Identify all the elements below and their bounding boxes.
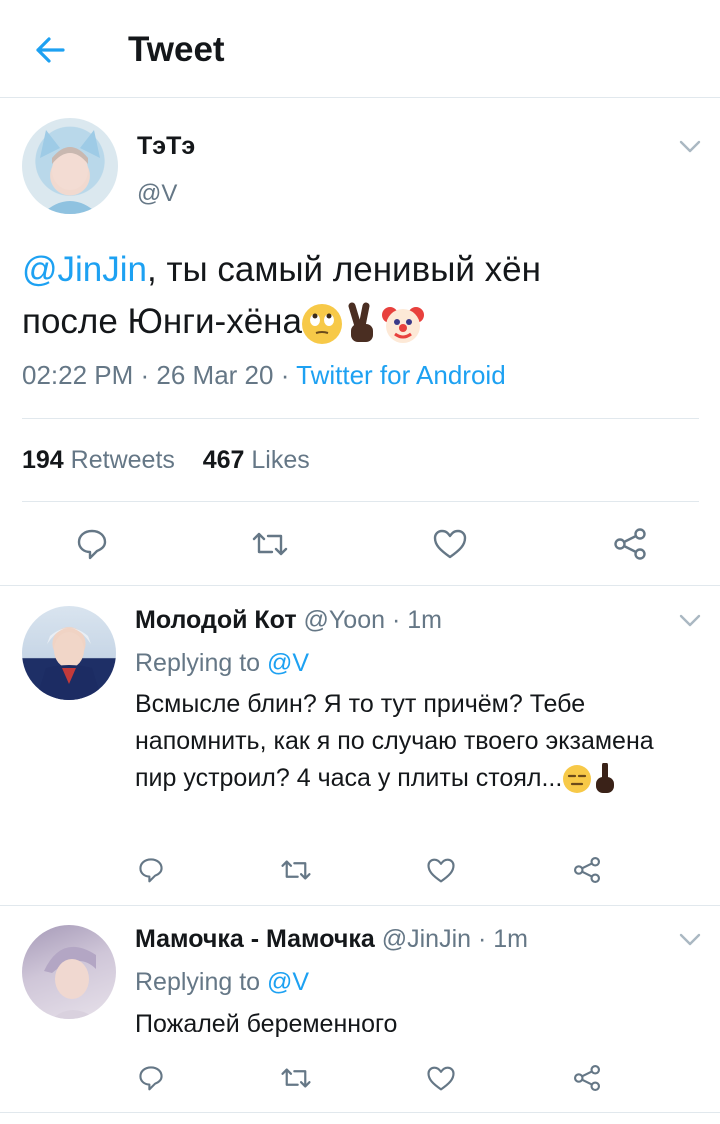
- share-button[interactable]: [610, 524, 650, 564]
- replying-to-link[interactable]: @V: [267, 968, 309, 996]
- author-handle[interactable]: @V: [137, 180, 177, 208]
- victory-hand-icon: [342, 302, 382, 346]
- tweet-text: @JinJin, ты самый ленивый хён после Юнги…: [22, 244, 702, 348]
- tweet-source-link[interactable]: Twitter for Android: [296, 360, 506, 390]
- retweet-button[interactable]: [250, 524, 290, 564]
- likes-count: 467: [202, 446, 245, 474]
- avatar-image-icon: [40, 130, 100, 214]
- page-title: Tweet: [128, 30, 225, 69]
- app-header: Tweet: [0, 0, 720, 98]
- clown-face-icon: [381, 303, 424, 345]
- share-button[interactable]: [571, 1062, 603, 1094]
- retweet-icon: [281, 1068, 311, 1088]
- face-with-rolling-eyes-icon: [301, 303, 342, 344]
- retweets-label: Retweets: [70, 446, 175, 474]
- like-icon: [433, 529, 467, 559]
- reply-author-handle[interactable]: @JinJin: [382, 925, 471, 953]
- share-icon: [573, 856, 601, 884]
- reply-button[interactable]: [72, 524, 112, 564]
- retweet-button[interactable]: [279, 1062, 313, 1094]
- chevron-down-icon[interactable]: [679, 614, 701, 628]
- likes-label: Likes: [251, 446, 310, 474]
- share-icon: [573, 1064, 601, 1092]
- tweet-time: 02:22 PM: [22, 360, 134, 390]
- index-pointing-up-icon: [592, 762, 618, 795]
- share-button[interactable]: [571, 854, 603, 886]
- reply-icon: [139, 858, 163, 883]
- like-icon: [427, 858, 455, 882]
- like-icon: [427, 1066, 455, 1090]
- avatar[interactable]: [22, 925, 116, 1019]
- retweet-icon: [252, 532, 288, 556]
- arrow-left-icon: [36, 37, 65, 63]
- avatar[interactable]: [22, 118, 118, 214]
- reply-text: Всмысле блин? Я то тут причём? Тебе напо…: [135, 686, 695, 797]
- share-icon: [614, 528, 646, 560]
- reply-text: Пожалей беременного: [135, 1006, 695, 1043]
- reply-button[interactable]: [135, 1062, 167, 1094]
- likes-stat[interactable]: 467 Likes: [203, 446, 310, 474]
- like-button[interactable]: [425, 1062, 457, 1094]
- like-button[interactable]: [425, 854, 457, 886]
- retweet-icon: [281, 860, 311, 880]
- section-divider: [0, 905, 720, 906]
- tweet-stats: 194 Retweets 467 Likes: [22, 446, 310, 475]
- reply-author-name[interactable]: Мамочка - Мамочка: [135, 925, 375, 953]
- replying-to: Replying to @V: [135, 968, 309, 997]
- reply-text-body: Пожалей беременного: [135, 1010, 398, 1038]
- avatar-image-icon: [36, 628, 102, 700]
- reply-button[interactable]: [135, 854, 167, 886]
- avatar[interactable]: [22, 606, 116, 700]
- section-divider: [0, 585, 720, 586]
- tweet-text-line-1: , ты самый ленивый хён: [147, 250, 541, 289]
- tweet-date: 26 Mar 20: [156, 360, 274, 390]
- chevron-down-icon[interactable]: [679, 140, 701, 154]
- reply-header: Мамочка - Мамочка @JinJin · 1m: [135, 925, 528, 953]
- reply-author-name[interactable]: Молодой Кот: [135, 606, 297, 634]
- replying-to: Replying to @V: [135, 649, 309, 678]
- back-button[interactable]: [30, 30, 70, 70]
- reply-time: 1m: [407, 606, 442, 634]
- section-divider: [0, 1112, 720, 1113]
- retweets-stat[interactable]: 194 Retweets: [22, 446, 175, 474]
- reply-author-handle[interactable]: @Yoon: [304, 606, 385, 634]
- reply-icon: [139, 1066, 163, 1091]
- avatar-image-icon: [44, 946, 96, 1019]
- reply-icon: [77, 529, 107, 560]
- expressionless-face-icon: [562, 764, 592, 794]
- replying-label: Replying to: [135, 968, 261, 996]
- retweets-count: 194: [22, 446, 64, 474]
- divider: [22, 501, 699, 502]
- chevron-down-icon[interactable]: [679, 933, 701, 947]
- tweet-meta: 02:22 PM · 26 Mar 20 · Twitter for Andro…: [22, 360, 506, 390]
- mention-link[interactable]: @JinJin: [22, 250, 147, 289]
- reply-time: 1m: [493, 925, 528, 953]
- reply-header: Молодой Кот @Yoon · 1m: [135, 606, 442, 634]
- like-button[interactable]: [430, 524, 470, 564]
- divider: [22, 418, 699, 419]
- replying-label: Replying to: [135, 649, 261, 677]
- tweet-text-line-2: после Юнги-хёна: [22, 302, 302, 341]
- replying-to-link[interactable]: @V: [267, 649, 309, 677]
- author-name[interactable]: ТэТэ: [137, 132, 195, 161]
- retweet-button[interactable]: [279, 854, 313, 886]
